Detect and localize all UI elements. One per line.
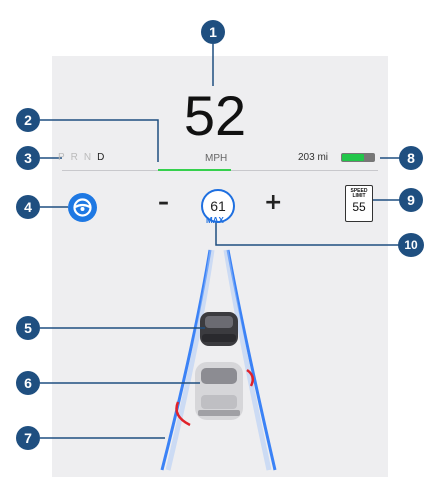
callout-3: 3 <box>16 146 40 170</box>
road-scene <box>40 44 400 471</box>
right-lane-line <box>226 249 277 471</box>
callout-1: 1 <box>201 20 225 44</box>
steering-wheel-icon <box>73 198 92 217</box>
callout-2: 2 <box>16 108 40 132</box>
current-speed: 52 <box>183 84 247 147</box>
callout-4: 4 <box>16 195 40 219</box>
gear-selector: PRND <box>58 152 110 163</box>
gear-n: N <box>83 152 93 163</box>
right-lane-glow <box>223 249 272 471</box>
max-speed-caption: MAX <box>206 216 224 225</box>
battery-fill <box>342 154 364 161</box>
gear-r: R <box>70 152 79 163</box>
callout-8: 8 <box>399 146 423 170</box>
speed-unit: MPH <box>205 153 228 164</box>
own-vehicle <box>195 362 243 420</box>
callout-7: 7 <box>16 426 40 450</box>
battery-icon <box>341 153 375 162</box>
left-lane-glow <box>165 249 215 471</box>
decrease-speed-button[interactable]: – <box>158 190 169 215</box>
speed-limit-sign: SPEED LIMIT 55 <box>345 185 373 222</box>
range-readout: 203 mi <box>298 152 329 163</box>
left-lane-line <box>160 249 212 471</box>
callout-5: 5 <box>16 316 40 340</box>
speed-limit-title-2: LIMIT <box>352 193 366 199</box>
callout-10: 10 <box>398 233 424 257</box>
callout-6: 6 <box>16 371 40 395</box>
autosteer-button[interactable] <box>68 193 97 222</box>
speed-limit-value: 55 <box>352 200 366 214</box>
gear-d: D <box>97 152 106 163</box>
increase-speed-button[interactable]: + <box>264 190 282 215</box>
callout-9: 9 <box>399 188 423 212</box>
gear-p: P <box>58 152 66 163</box>
lead-vehicle <box>200 312 238 346</box>
accelerator-power-bar <box>158 169 231 171</box>
